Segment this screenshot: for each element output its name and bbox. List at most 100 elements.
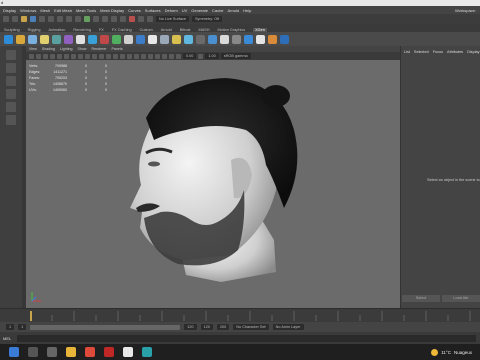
tab-selected[interactable]: Selected — [414, 50, 429, 54]
move-tool-icon[interactable] — [6, 89, 16, 99]
preview-icon[interactable] — [244, 34, 253, 44]
import-preset-icon[interactable] — [28, 34, 37, 44]
freeze-brush-icon[interactable] — [172, 34, 181, 44]
smooth-shade-icon[interactable] — [106, 53, 111, 59]
range-slider[interactable] — [30, 324, 181, 330]
anim-layer-field[interactable]: No Anim Layer — [272, 324, 304, 330]
menu-display[interactable]: Display — [3, 8, 16, 13]
load-attributes-button[interactable]: Load Attr — [442, 295, 480, 302]
search-icon[interactable] — [28, 347, 38, 357]
comb-brush-icon[interactable] — [76, 34, 85, 44]
menu-deform[interactable]: Deform — [165, 8, 178, 13]
ipr-render-icon[interactable] — [138, 16, 144, 22]
film-gate-icon[interactable] — [64, 53, 69, 59]
length-brush-icon[interactable] — [100, 34, 109, 44]
menu-uv[interactable]: UV — [182, 8, 188, 13]
snap-plane-icon[interactable] — [111, 16, 117, 22]
xgen-editor-icon[interactable] — [4, 34, 13, 44]
maya-app-icon[interactable] — [142, 347, 152, 357]
panel-menu-shading[interactable]: Shading — [42, 47, 55, 51]
field-chart-icon[interactable] — [85, 53, 90, 59]
select-object-icon[interactable] — [66, 16, 72, 22]
menu-curves[interactable]: Curves — [128, 8, 141, 13]
menu-mesh-tools[interactable]: Mesh Tools — [76, 8, 96, 13]
render-settings-icon[interactable] — [147, 16, 153, 22]
playback-end-field[interactable]: 120 — [200, 324, 213, 330]
tab-list[interactable]: List — [404, 50, 410, 54]
panel-menu-show[interactable]: Show — [78, 47, 87, 51]
noise-brush-icon[interactable] — [124, 34, 133, 44]
xray-icon[interactable] — [176, 53, 181, 59]
create-description-icon[interactable] — [16, 34, 25, 44]
anti-aliasing-icon[interactable] — [155, 53, 160, 59]
weather-widget[interactable]: 11°C Nuageux — [431, 348, 480, 356]
opera-icon[interactable] — [104, 347, 114, 357]
render-preview-icon[interactable] — [256, 34, 265, 44]
interactive-groom-icon[interactable] — [40, 34, 49, 44]
gate-mask-icon[interactable] — [78, 53, 83, 59]
clump-brush-icon[interactable] — [136, 34, 145, 44]
color-space-field[interactable]: sRGB gamma — [220, 53, 251, 59]
document-icon[interactable] — [123, 347, 133, 357]
export-icon[interactable] — [268, 34, 277, 44]
camera-icon[interactable] — [29, 53, 34, 59]
menu-windows[interactable]: Windows — [20, 8, 36, 13]
live-surface-field[interactable]: No Live Surface — [156, 16, 190, 22]
range-end-field[interactable]: 120 — [184, 324, 197, 330]
menu-help[interactable]: Help — [243, 8, 251, 13]
camera-attributes-icon[interactable] — [36, 53, 41, 59]
snap-grid-icon[interactable] — [84, 16, 90, 22]
isolate-select-icon[interactable] — [169, 53, 174, 59]
textured-icon[interactable] — [120, 53, 125, 59]
viewport[interactable]: Verts: 709988 0 0 Edges: 1411271 0 0 Fac… — [26, 60, 400, 308]
convert-icon[interactable] — [220, 34, 229, 44]
cache-icon[interactable] — [232, 34, 241, 44]
menu-edit-mesh[interactable]: Edit Mesh — [54, 8, 72, 13]
time-slider[interactable] — [0, 308, 480, 323]
scale-tool-icon[interactable] — [6, 115, 16, 125]
shadows-icon[interactable] — [134, 53, 139, 59]
ambient-occlusion-icon[interactable] — [141, 53, 146, 59]
safe-action-icon[interactable] — [92, 53, 97, 59]
image-plane-icon[interactable] — [50, 53, 55, 59]
grid-icon[interactable] — [57, 53, 62, 59]
select-button[interactable]: Select — [402, 295, 440, 302]
gamma-icon[interactable] — [198, 53, 204, 59]
wireframe-on-shaded-icon[interactable] — [113, 53, 118, 59]
undo-icon[interactable] — [39, 16, 45, 22]
cut-brush-icon[interactable] — [88, 34, 97, 44]
menu-mesh[interactable]: Mesh — [40, 8, 50, 13]
file-explorer-icon[interactable] — [66, 347, 76, 357]
mel-input[interactable] — [17, 334, 476, 342]
rotate-tool-icon[interactable] — [6, 102, 16, 112]
exposure-field[interactable]: 0.00 — [183, 53, 197, 59]
menu-generate[interactable]: Generate — [191, 8, 208, 13]
select-hierarchy-icon[interactable] — [57, 16, 63, 22]
character-set-field[interactable]: No Character Set — [233, 324, 269, 330]
paint-select-icon[interactable] — [6, 76, 16, 86]
menu-arnold[interactable]: Arnold — [228, 8, 240, 13]
tab-attributes[interactable]: Attributes — [447, 50, 463, 54]
part-brush-icon[interactable] — [148, 34, 157, 44]
save-scene-icon[interactable] — [30, 16, 36, 22]
twist-brush-icon[interactable] — [208, 34, 217, 44]
start-frame-field[interactable]: 1 — [6, 324, 15, 330]
motion-blur-icon[interactable] — [148, 53, 153, 59]
tab-display[interactable]: Display — [467, 50, 479, 54]
panel-menu-renderer[interactable]: Renderer — [92, 47, 107, 51]
gamma-field[interactable]: 1.00 — [205, 53, 219, 59]
depth-of-field-icon[interactable] — [162, 53, 167, 59]
bend-brush-icon[interactable] — [196, 34, 205, 44]
tab-focus[interactable]: Focus — [433, 50, 443, 54]
wireframe-icon[interactable] — [99, 53, 104, 59]
select-tool-icon[interactable] — [6, 50, 16, 60]
select-component-icon[interactable] — [75, 16, 81, 22]
panel-menu-view[interactable]: View — [29, 47, 37, 51]
menu-cache[interactable]: Cache — [212, 8, 224, 13]
menu-mesh-display[interactable]: Mesh Display — [100, 8, 124, 13]
task-view-icon[interactable] — [47, 347, 57, 357]
history-icon[interactable] — [120, 16, 126, 22]
width-brush-icon[interactable] — [112, 34, 121, 44]
smooth-brush-icon[interactable] — [160, 34, 169, 44]
render-frame-icon[interactable] — [129, 16, 135, 22]
